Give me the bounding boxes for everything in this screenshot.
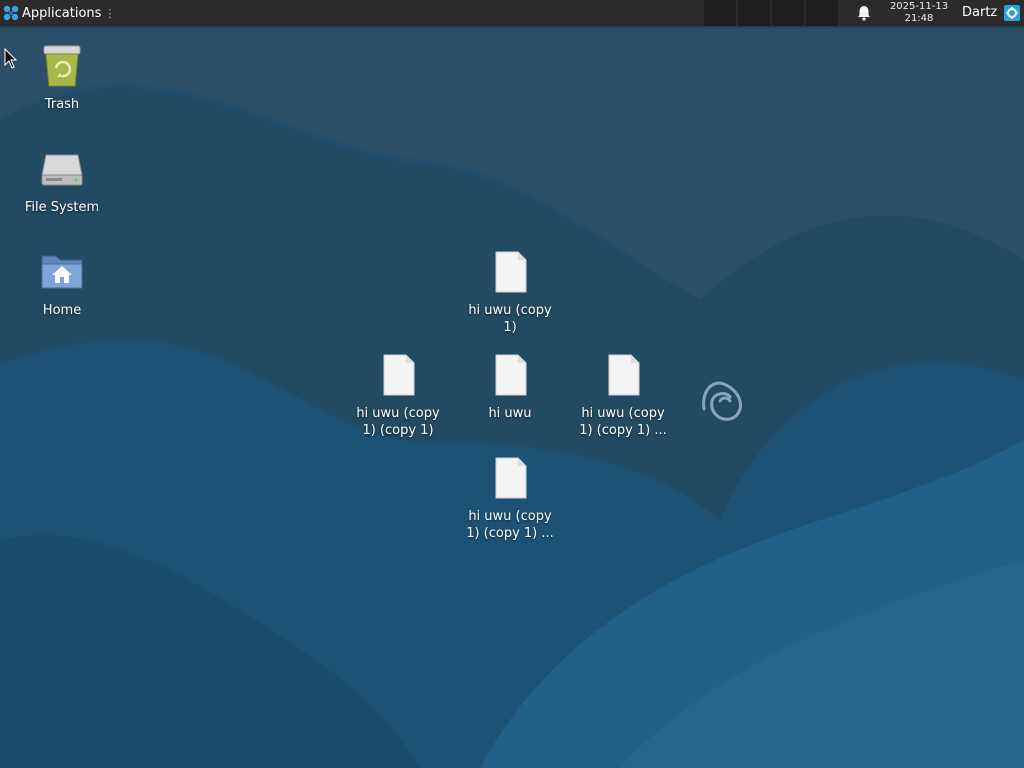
desktop-file-icon[interactable]: hi uwu xyxy=(455,351,565,422)
document-icon xyxy=(495,457,527,499)
desktop-file-icon[interactable]: hi uwu (copy 1) (copy 1) ... xyxy=(455,454,565,542)
panel-separator-icon: ⋮ xyxy=(104,6,115,20)
panel-clock[interactable]: 2025-11-13 21:48 xyxy=(882,1,956,25)
desktop-file-label: hi uwu (copy 1) (copy 1) xyxy=(356,406,440,438)
clock-time: 21:48 xyxy=(904,13,934,24)
desktop[interactable]: Applications ⋮ 2025-11-13 21:48 Dartz Tr… xyxy=(0,0,1024,768)
desktop-icon-label: File System xyxy=(24,200,100,215)
home-folder-icon xyxy=(41,255,83,289)
desktop-icon-file-system[interactable]: File System xyxy=(7,145,117,216)
workspace-2[interactable] xyxy=(738,0,770,26)
top-panel: Applications ⋮ 2025-11-13 21:48 Dartz xyxy=(0,0,1024,26)
user-name[interactable]: Dartz xyxy=(962,0,997,26)
workspace-1[interactable] xyxy=(704,0,736,26)
xfce-logo-icon xyxy=(3,5,19,21)
desktop-file-icon[interactable]: hi uwu (copy 1) (copy 1) ... xyxy=(568,351,678,439)
document-icon xyxy=(608,354,640,396)
desktop-file-label: hi uwu xyxy=(488,406,532,421)
clock-date: 2025-11-13 xyxy=(889,1,949,12)
desktop-file-label: hi uwu (copy 1) xyxy=(468,303,552,335)
desktop-icon-label: Home xyxy=(42,303,82,318)
applications-menu-button[interactable]: Applications ⋮ xyxy=(0,0,118,26)
gear-icon[interactable] xyxy=(1004,5,1020,21)
desktop-file-label: hi uwu (copy 1) (copy 1) ... xyxy=(579,406,667,438)
drive-icon xyxy=(41,154,83,186)
desktop-icon-label: Trash xyxy=(44,97,80,112)
trash-icon xyxy=(43,45,81,87)
notification-bell-icon[interactable] xyxy=(855,4,873,22)
desktop-icon-trash[interactable]: Trash xyxy=(7,42,117,113)
desktop-file-icon[interactable]: hi uwu (copy 1) xyxy=(455,248,565,336)
desktop-file-icon[interactable]: hi uwu (copy 1) (copy 1) xyxy=(343,351,453,439)
document-icon xyxy=(495,251,527,293)
applications-label: Applications xyxy=(22,5,102,21)
mouse-pointer-icon xyxy=(4,48,18,69)
document-icon xyxy=(383,354,415,396)
desktop-file-label: hi uwu (copy 1) (copy 1) ... xyxy=(466,509,554,541)
document-icon xyxy=(495,354,527,396)
desktop-icon-home[interactable]: Home xyxy=(7,248,117,319)
workspace-3[interactable] xyxy=(772,0,804,26)
workspace-4[interactable] xyxy=(806,0,838,26)
